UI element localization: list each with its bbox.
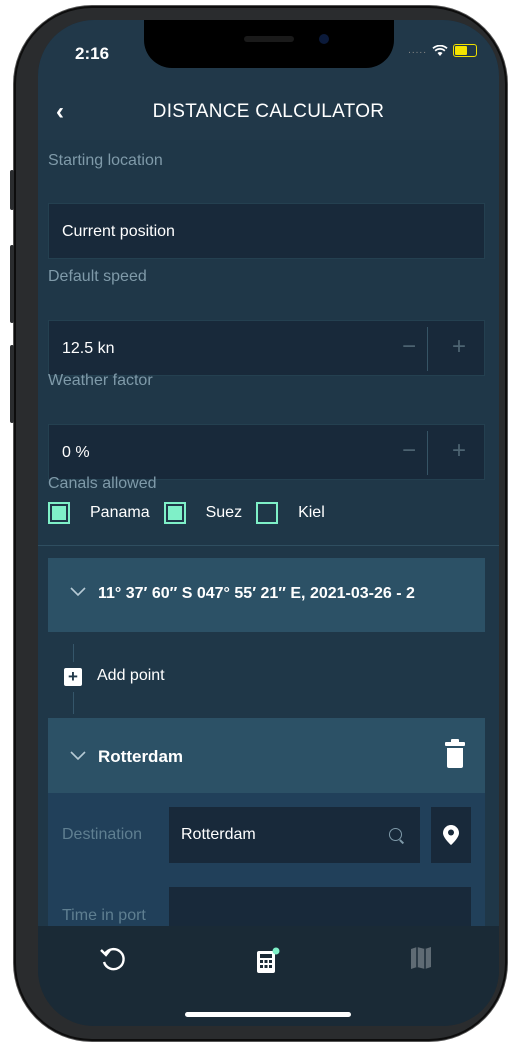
add-point-icon[interactable]: + — [64, 668, 82, 686]
chevron-down-icon[interactable] — [70, 746, 86, 766]
weather-factor-field[interactable]: 0 % − + — [48, 424, 485, 480]
volume-down-button — [10, 345, 14, 423]
page-title: DISTANCE CALCULATOR — [152, 101, 385, 122]
destination-card: Rotterdam Destination Rotterdam Time in … — [48, 718, 485, 926]
waypoint-start-text: 11° 37′ 60″ S 047° 55′ 21″ E, 2021-03-26… — [98, 585, 415, 602]
route-connector — [73, 644, 74, 662]
kiel-label[interactable]: Kiel — [298, 504, 325, 522]
status-time: 2:16 — [75, 44, 110, 63]
weather-factor-value: 0 % — [62, 444, 90, 461]
add-point-button[interactable]: Add point — [97, 667, 165, 685]
main-content[interactable]: Starting location Current position Defau… — [38, 140, 499, 926]
time-in-port-label: Time in port — [62, 907, 146, 924]
tab-calculator[interactable] — [255, 946, 285, 976]
weather-decrement-button[interactable]: − — [402, 437, 416, 465]
route-connector — [73, 692, 74, 714]
starting-location-value: Current position — [62, 223, 175, 240]
destination-value: Rotterdam — [181, 826, 256, 843]
tab-map[interactable] — [410, 946, 440, 976]
default-speed-label: Default speed — [48, 268, 147, 285]
notch — [144, 20, 394, 68]
app-screen: 2:16 ..... ‹ DISTANCE CALCULATOR Startin… — [38, 20, 499, 1026]
map-pin-button[interactable] — [431, 807, 471, 863]
panama-label[interactable]: Panama — [90, 504, 150, 522]
search-icon — [389, 828, 402, 841]
wifi-icon — [432, 44, 448, 56]
battery-icon — [453, 44, 477, 57]
trash-icon[interactable] — [445, 739, 465, 768]
weather-factor-label: Weather factor — [48, 372, 153, 389]
chevron-down-icon[interactable] — [70, 582, 86, 602]
tab-history[interactable] — [99, 946, 129, 976]
destination-card-title: Rotterdam — [98, 747, 184, 766]
kiel-checkbox[interactable] — [256, 502, 279, 524]
mute-switch — [10, 170, 14, 210]
default-speed-field[interactable]: 12.5 kn − + — [48, 320, 485, 376]
refresh-icon — [100, 947, 125, 971]
destination-label: Destination — [62, 826, 143, 843]
calculator-icon — [257, 947, 280, 973]
destination-card-header[interactable]: Rotterdam — [48, 718, 485, 793]
section-divider — [38, 545, 499, 546]
tab-bar — [38, 926, 499, 1026]
map-pin-icon — [443, 825, 459, 845]
panama-checkbox[interactable] — [48, 502, 70, 524]
speed-increment-button[interactable]: + — [452, 333, 466, 361]
stepper-divider — [427, 431, 428, 475]
default-speed-value: 12.5 kn — [62, 340, 115, 357]
suez-label[interactable]: Suez — [206, 504, 242, 522]
suez-checkbox[interactable] — [163, 502, 186, 524]
speed-decrement-button[interactable]: − — [402, 333, 416, 361]
canals-label: Canals allowed — [48, 475, 157, 492]
time-in-port-input[interactable] — [169, 887, 471, 926]
canals-checkboxes: Panama Suez Kiel — [48, 502, 337, 524]
nav-bar: ‹ DISTANCE CALCULATOR — [38, 84, 499, 140]
starting-location-label: Starting location — [48, 152, 163, 169]
cell-signal-icon: ..... — [408, 45, 427, 56]
status-indicators: ..... — [408, 44, 477, 57]
speaker — [244, 36, 294, 42]
front-camera — [319, 34, 329, 44]
starting-location-field[interactable]: Current position — [48, 203, 485, 259]
stepper-divider — [427, 327, 428, 371]
volume-up-button — [10, 245, 14, 323]
waypoint-start[interactable]: 11° 37′ 60″ S 047° 55′ 21″ E, 2021-03-26… — [48, 558, 485, 632]
destination-input[interactable]: Rotterdam — [169, 807, 420, 863]
weather-increment-button[interactable]: + — [452, 437, 466, 465]
map-icon — [411, 947, 431, 969]
status-bar: 2:16 ..... — [38, 20, 499, 84]
home-indicator — [185, 1012, 351, 1017]
